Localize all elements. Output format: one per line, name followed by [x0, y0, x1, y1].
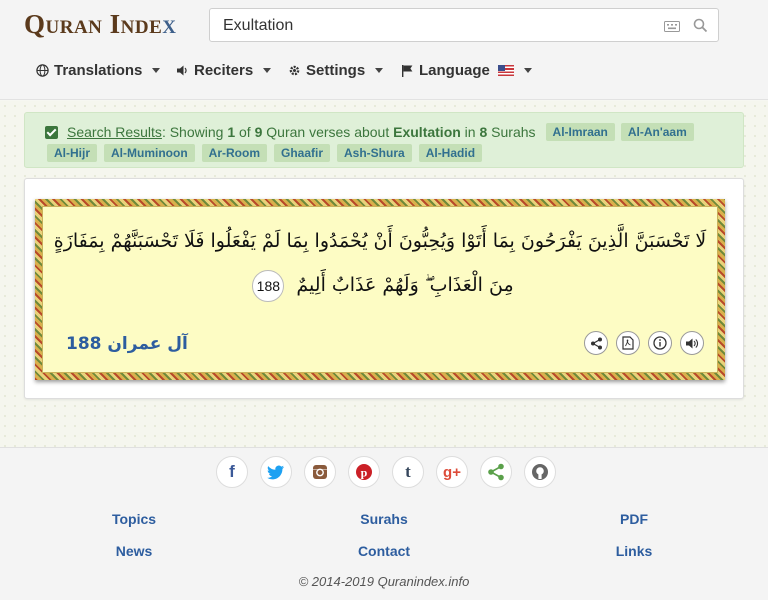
nav-translations-label: Translations: [54, 62, 143, 79]
results-query: Exultation: [393, 124, 461, 140]
surah-chip[interactable]: Ghaafir: [273, 144, 330, 162]
results-text: Surahs: [487, 124, 536, 140]
google-plus-icon[interactable]: g+: [436, 456, 468, 488]
us-flag-icon: [497, 65, 514, 76]
search-results-link[interactable]: Search Results: [67, 124, 162, 140]
nav-settings-label: Settings: [306, 62, 366, 79]
footer-link-contact[interactable]: Contact: [358, 543, 410, 559]
pinterest-icon[interactable]: p: [348, 456, 380, 488]
verse-actions: [584, 331, 704, 355]
site-header: Quran Index Exultation Translations Reci…: [0, 0, 768, 100]
search-icon[interactable]: [693, 18, 708, 38]
results-summary: Search Results : Showing 1 of 9 Quran ve…: [45, 123, 694, 141]
copyright: © 2014-2019 Quranindex.info: [298, 574, 470, 589]
nav-settings[interactable]: Settings: [288, 62, 384, 79]
share-icon[interactable]: [480, 456, 512, 488]
main-nav: Translations Reciters Settings Language: [0, 62, 768, 88]
share-button[interactable]: [584, 331, 608, 355]
nav-reciters[interactable]: Reciters: [176, 62, 272, 79]
chevron-down-icon: [375, 68, 384, 73]
surah-reference-link[interactable]: آل عمران 188: [66, 334, 188, 354]
tumblr-icon[interactable]: t: [392, 456, 424, 488]
keyboard-icon[interactable]: [664, 19, 680, 37]
chevron-down-icon: [263, 68, 272, 73]
results-count-total: 9: [254, 124, 263, 140]
gear-icon: [289, 65, 300, 76]
nav-language-label: Language: [419, 62, 490, 79]
nav-translations[interactable]: Translations: [36, 62, 161, 79]
surah-chip[interactable]: Ar-Room: [201, 144, 267, 162]
footer-link-links[interactable]: Links: [616, 543, 653, 559]
site-footer: f p t g+ Topics Surahs PDF News Contact …: [0, 447, 768, 600]
nav-language[interactable]: Language: [401, 62, 532, 79]
surah-chip[interactable]: Al-An'aam: [620, 123, 694, 141]
verse-card: لَا تَحْسَبَنَّ الَّذِينَ يَفْرَحُونَ بِ…: [24, 178, 744, 399]
flag-pennant-icon: [402, 65, 413, 77]
search-input[interactable]: Exultation: [223, 17, 293, 35]
logo-text: Quran Inde: [24, 9, 163, 39]
share-icon: [590, 337, 602, 349]
verse-line-2: مِنَ الْعَذَابِ ۖ وَلَهُمْ عَذَابٌ أَلِي…: [296, 274, 514, 296]
verse-arabic-text: لَا تَحْسَبَنَّ الَّذِينَ يَفْرَحُونَ بِ…: [43, 219, 717, 307]
pdf-button[interactable]: [616, 331, 640, 355]
nav-reciters-label: Reciters: [194, 62, 254, 79]
surah-chip[interactable]: Al-Muminoon: [104, 144, 195, 162]
search-results-alert: Search Results : Showing 1 of 9 Quran ve…: [24, 112, 744, 168]
surah-chip-row: Al-Hijr Al-Muminoon Ar-Room Ghaafir Ash-…: [47, 144, 483, 162]
footer-link-topics[interactable]: Topics: [112, 511, 156, 527]
info-button[interactable]: [648, 331, 672, 355]
verse-panel: لَا تَحْسَبَنَّ الَّذِينَ يَفْرَحُونَ بِ…: [42, 206, 718, 373]
results-text: of: [235, 124, 255, 140]
svg-text:p: p: [361, 466, 368, 480]
twitter-icon[interactable]: [260, 456, 292, 488]
pdf-icon: [622, 336, 634, 350]
play-audio-button[interactable]: [680, 331, 704, 355]
surah-name: آل عمران: [107, 334, 188, 354]
social-links: f p t g+: [216, 456, 556, 488]
globe-icon: [36, 64, 49, 77]
results-text: in: [460, 124, 480, 140]
surah-chip[interactable]: Al-Hijr: [47, 144, 97, 162]
search-box[interactable]: Exultation: [209, 8, 719, 42]
facebook-icon[interactable]: f: [216, 456, 248, 488]
chevron-down-icon: [152, 68, 161, 73]
checkbox-icon[interactable]: [45, 125, 58, 139]
surah-chip[interactable]: Al-Hadid: [418, 144, 483, 162]
results-count-shown: 1: [227, 124, 236, 140]
surah-chip[interactable]: Ash-Shura: [337, 144, 412, 162]
instagram-icon[interactable]: [304, 456, 336, 488]
footer-link-news[interactable]: News: [116, 543, 153, 559]
logo-x: x: [162, 9, 177, 39]
results-text: Quran verses about: [262, 124, 394, 140]
chevron-down-icon: [523, 68, 532, 73]
info-icon: [653, 336, 667, 350]
audio-icon: [686, 338, 699, 348]
surah-chip[interactable]: Al-Imraan: [545, 123, 615, 141]
site-logo[interactable]: Quran Index: [24, 9, 177, 40]
verse-line-1: لَا تَحْسَبَنَّ الَّذِينَ يَفْرَحُونَ بِ…: [53, 230, 707, 252]
verse-ornamental-frame: لَا تَحْسَبَنَّ الَّذِينَ يَفْرَحُونَ بِ…: [35, 199, 725, 380]
results-surah-count: 8: [479, 124, 488, 140]
volume-icon: [177, 65, 187, 76]
results-text: : Showing: [161, 124, 228, 140]
surah-ayah-number: 188: [66, 334, 102, 354]
footer-link-pdf[interactable]: PDF: [620, 511, 648, 527]
ayah-number-badge: 188: [252, 269, 285, 302]
footer-link-surahs[interactable]: Surahs: [360, 511, 407, 527]
github-icon[interactable]: [524, 456, 556, 488]
